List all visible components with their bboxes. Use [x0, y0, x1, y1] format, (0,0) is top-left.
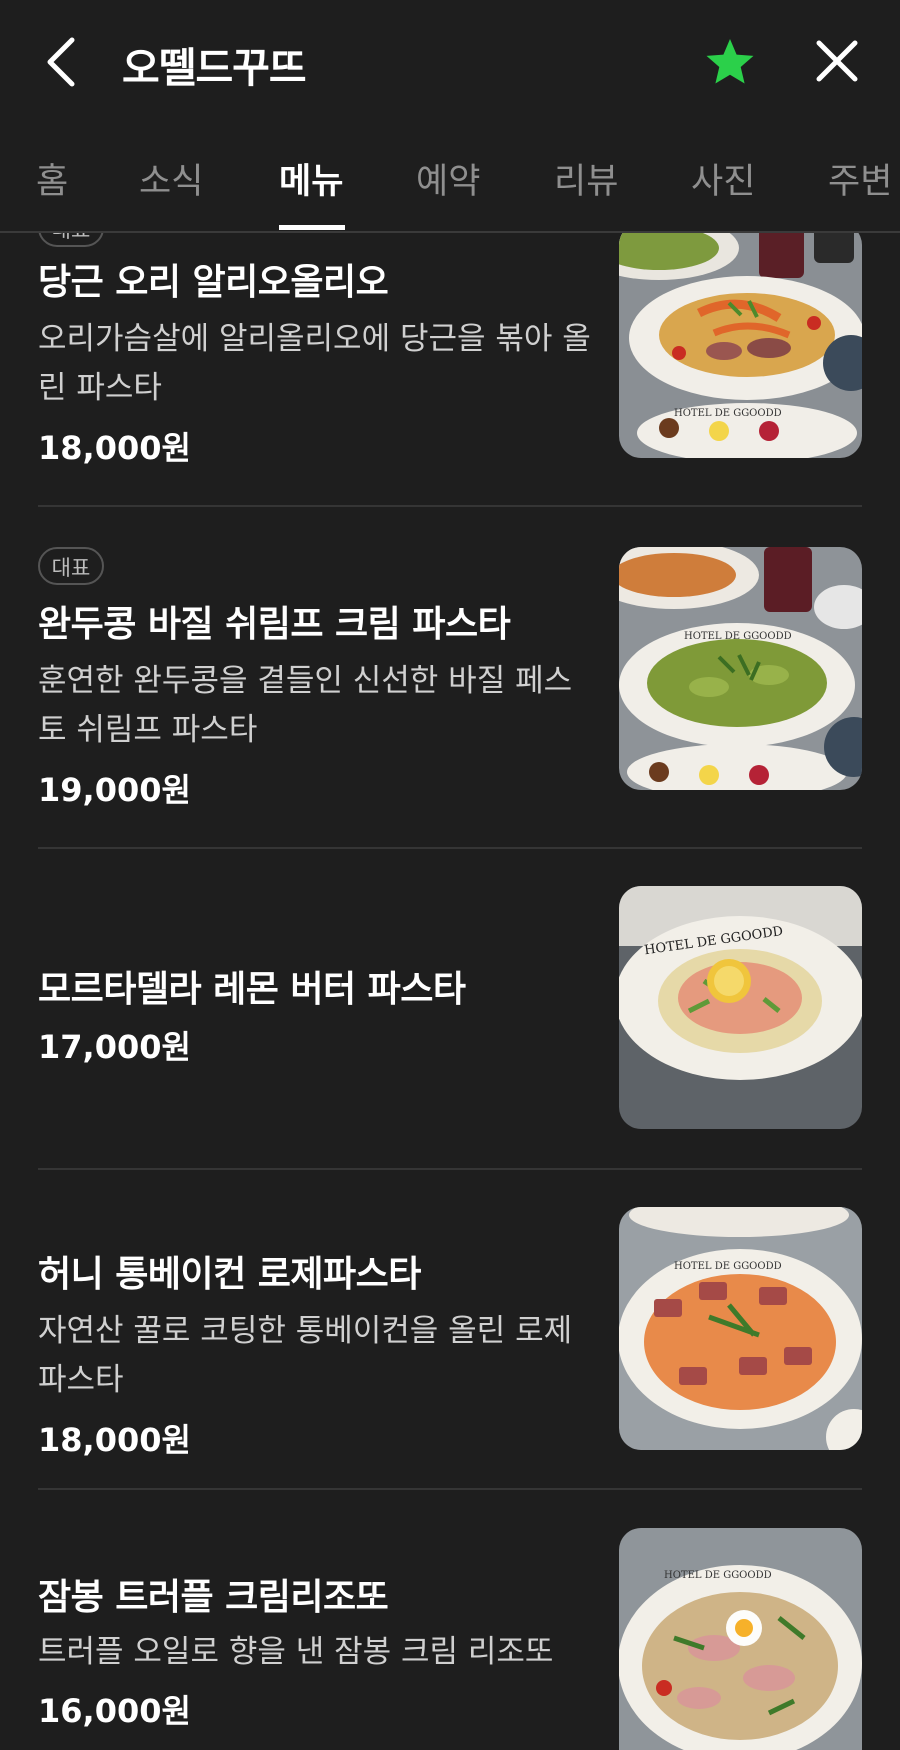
pasta-dish-image: HOTEL DE GGOODD	[619, 547, 862, 790]
menu-item[interactable]: 잠봉 트러플 크림리조또 트러플 오일로 향을 낸 잠봉 크림 리조또 16,0…	[38, 1528, 862, 1750]
menu-item-photo[interactable]: HOTEL DE GGOODD	[619, 233, 862, 458]
menu-item-photo[interactable]: HOTEL DE GGOODD	[619, 1207, 862, 1450]
menu-item[interactable]: 대표 당근 오리 알리오올리오 오리가슴살에 알리올리오에 당근을 볶아 올린 …	[38, 233, 862, 503]
menu-item-price: 18,000원	[38, 1421, 191, 1459]
plate-text: HOTEL DE GGOODD	[684, 631, 792, 642]
menu-item-price: 18,000원	[38, 429, 191, 467]
menu-item-photo[interactable]: HOTEL DE GGOODD	[619, 886, 862, 1129]
menu-item[interactable]: 모르타델라 레몬 버터 파스타 17,000원 HOTEL DE GGOODD	[38, 886, 862, 1136]
active-tab-indicator	[279, 225, 345, 230]
divider	[38, 505, 862, 507]
menu-item-name: 잠봉 트러플 크림리조또	[38, 1577, 389, 1618]
tab-bar: 홈 소식 메뉴 예약 리뷰 사진 주변	[0, 135, 900, 233]
back-button[interactable]	[38, 30, 88, 94]
pasta-dish-image: HOTEL DE GGOODD	[619, 886, 862, 1129]
pasta-dish-image: HOTEL DE GGOODD	[619, 1207, 862, 1450]
divider	[38, 1488, 862, 1490]
menu-item-price: 16,000원	[38, 1692, 191, 1730]
menu-item-name: 완두콩 바질 쉬림프 크림 파스타	[38, 604, 511, 645]
menu-list[interactable]: 대표 당근 오리 알리오올리오 오리가슴살에 알리올리오에 당근을 볶아 올린 …	[0, 233, 900, 1750]
pasta-dish-image: HOTEL DE GGOODD	[619, 233, 862, 458]
menu-item-description: 훈연한 완두콩을 곁들인 신선한 바질 페스토 쉬림프 파스타	[38, 663, 573, 748]
menu-item-price: 17,000원	[38, 1028, 191, 1066]
menu-item-description: 오리가슴살에 알리올리오에 당근을 볶아 올린 파스타	[38, 321, 591, 406]
tab-reviews[interactable]: 리뷰	[554, 153, 618, 204]
plate-text: HOTEL DE GGOODD	[674, 408, 782, 419]
tab-home[interactable]: 홈	[36, 153, 68, 204]
page-title: 오뗄드꾸뜨	[122, 44, 307, 92]
menu-item-name: 당근 오리 알리오올리오	[38, 262, 389, 303]
menu-item-description: 트러플 오일로 향을 낸 잠봉 크림 리조또	[38, 1634, 554, 1670]
signature-badge: 대표	[38, 233, 104, 247]
tab-photos[interactable]: 사진	[691, 153, 755, 204]
menu-item-photo[interactable]: HOTEL DE GGOODD	[619, 1528, 862, 1750]
signature-badge: 대표	[38, 547, 104, 585]
plate-text: HOTEL DE GGOODD	[674, 1261, 782, 1272]
top-bar: 오뗄드꾸뜨	[0, 0, 900, 125]
favorite-button[interactable]	[704, 36, 756, 88]
menu-item-photo[interactable]: HOTEL DE GGOODD	[619, 547, 862, 790]
divider	[38, 847, 862, 849]
menu-item-price: 19,000원	[38, 771, 191, 809]
tab-menu[interactable]: 메뉴	[279, 153, 343, 204]
menu-item-description: 자연산 꿀로 코팅한 통베이컨을 올린 로제파스타	[38, 1313, 573, 1398]
close-button[interactable]	[812, 36, 862, 86]
close-icon	[816, 40, 858, 82]
tab-news[interactable]: 소식	[139, 153, 203, 204]
menu-item[interactable]: 허니 통베이컨 로제파스타 자연산 꿀로 코팅한 통베이컨을 올린 로제파스타 …	[38, 1207, 862, 1467]
divider	[38, 1168, 862, 1170]
star-icon	[706, 39, 754, 84]
plate-text: HOTEL DE GGOODD	[664, 1570, 772, 1581]
menu-item[interactable]: 대표 완두콩 바질 쉬림프 크림 파스타 훈연한 완두콩을 곁들인 신선한 바질…	[38, 547, 862, 812]
risotto-dish-image: HOTEL DE GGOODD	[619, 1528, 862, 1750]
tab-reservation[interactable]: 예약	[416, 153, 480, 204]
menu-item-name: 허니 통베이컨 로제파스타	[38, 1254, 421, 1295]
chevron-left-icon	[47, 37, 75, 87]
tab-nearby[interactable]: 주변	[828, 153, 892, 204]
menu-item-name: 모르타델라 레몬 버터 파스타	[38, 969, 466, 1010]
